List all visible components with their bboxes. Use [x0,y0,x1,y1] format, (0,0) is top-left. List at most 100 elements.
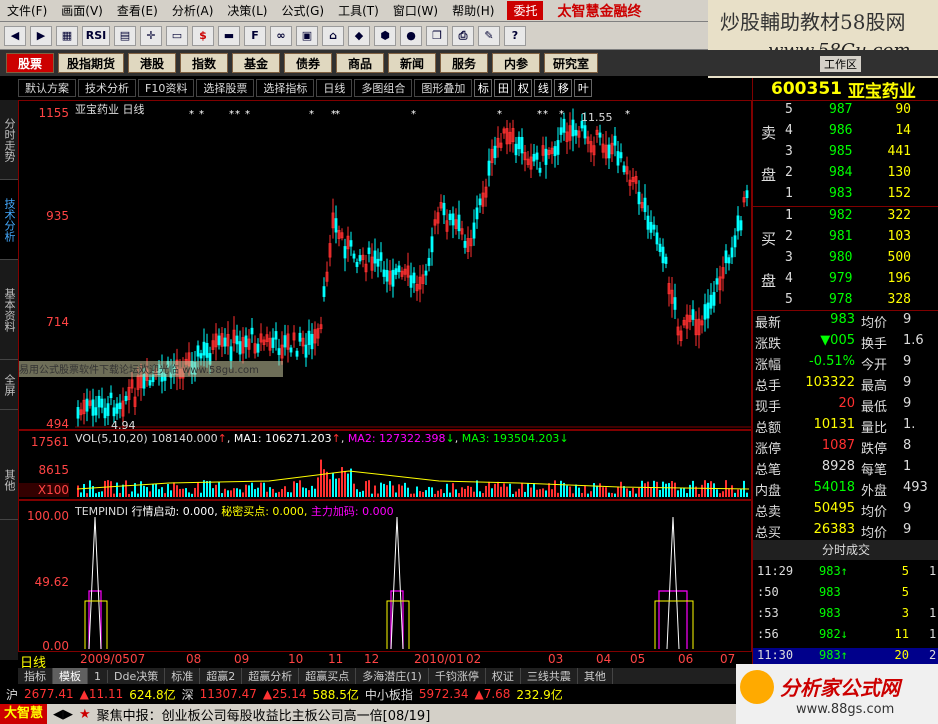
indicator-panel[interactable]: TEMPINDI 行情启动: 0.000, 秘密买点: 0.000, 主力加码:… [18,500,752,653]
menu-analyze[interactable]: 分析(A) [165,2,221,19]
menu-tools[interactable]: 工具(T) [331,2,386,19]
indicator-tab-7[interactable]: 超赢买点 [299,668,357,684]
chart-icon[interactable]: ▤ [114,25,136,46]
nav-tab-2[interactable]: 港股 [128,53,177,73]
indicator-tab-0[interactable]: 指标 [18,668,53,684]
ask-row[interactable]: 4 986 14 [753,123,938,143]
binocular-icon[interactable]: ∞ [270,25,292,46]
ruler-icon[interactable]: ▭ [166,25,188,46]
subbar-item-4[interactable]: 选择指标 [256,79,315,97]
subbar-item-0[interactable]: 默认方案 [18,79,76,97]
ball-icon[interactable]: ● [400,25,422,46]
tick-row[interactable]: :50 983 5 [753,585,938,605]
ask-row[interactable]: 5 987 90 [753,102,938,122]
bid-row[interactable]: 2 981 103 [753,229,938,249]
workspace-label[interactable]: 工作区 [820,56,861,72]
sme-label[interactable]: 中小板指 [365,686,413,703]
bid-row[interactable]: 4 979 196 [753,271,938,291]
subbar-item-6[interactable]: 多图组合 [354,79,413,97]
indicator-tab-3[interactable]: Dde决策 [108,668,166,684]
f10-icon[interactable]: F [244,25,266,46]
menu-view[interactable]: 画面(V) [54,2,110,19]
menu-formula[interactable]: 公式(G) [274,2,331,19]
sh-label[interactable]: 沪 [0,686,18,703]
print-icon[interactable]: ⎙ [452,25,474,46]
indicator-tab-9[interactable]: 千钧涨停 [429,668,486,684]
dollar-icon[interactable]: $ [192,25,214,46]
menu-window[interactable]: 窗口(W) [386,2,445,19]
subbar-item-3[interactable]: 选择股票 [196,79,255,97]
news-text[interactable]: 聚焦中报：创业板公司每股收益比主板公司高一倍[08/19] [97,705,431,724]
subbar-square-4[interactable]: 移 [554,79,573,97]
back-icon[interactable]: ◀ [4,25,26,46]
bid-row[interactable]: 3 980 500 [753,250,938,270]
indicator-tab-6[interactable]: 超赢分析 [242,668,300,684]
nav-tab-10[interactable]: 研究室 [544,53,599,73]
indicator-tab-8[interactable]: 多海潜庄(1) [356,668,429,684]
left-tab-1[interactable]: 技术分析 [0,180,18,260]
bid-row[interactable]: 5 978 328 [753,292,938,312]
stat-label-2: 均价 [861,316,888,331]
subbar-item-1[interactable]: 技术分析 [78,79,136,97]
tick-row[interactable]: 11:29 983↑ 5 1 [753,564,938,584]
left-tab-2[interactable]: 基本资料 [0,260,18,360]
forward-icon[interactable]: ▶ [30,25,52,46]
menu-help[interactable]: 帮助(H) [445,2,501,19]
trade-button[interactable]: 委托 [507,1,544,20]
window-icon[interactable]: ▣ [296,25,318,46]
left-tab-0[interactable]: 分时走势 [0,100,18,180]
kline-panel[interactable]: * * * * * * * * * * * * * * 亚宝药业 日线 1155 935 714 494 … [18,100,752,432]
indicator-tab-11[interactable]: 三线共震 [521,668,578,684]
copy-icon[interactable]: ❐ [426,25,448,46]
menu-look[interactable]: 查看(E) [110,2,165,19]
grid-icon[interactable]: ▦ [56,25,78,46]
menu-file[interactable]: 文件(F) [0,2,54,19]
cross-icon[interactable]: ✛ [140,25,162,46]
subbar-item-5[interactable]: 日线 [316,79,353,97]
ask-row[interactable]: 3 985 441 [753,144,938,164]
ask-row[interactable]: 2 984 130 [753,165,938,185]
indicator-tab-4[interactable]: 标准 [165,668,201,684]
indicator-tab-12[interactable]: 其他 [578,668,613,684]
tick-row[interactable]: :56 982↓ 11 1 [753,627,938,647]
nav-tab-7[interactable]: 新闻 [388,53,437,73]
subbar-item-7[interactable]: 图形叠加 [414,79,473,97]
subbar-square-2[interactable]: 权 [514,79,533,97]
indicator-tab-1[interactable]: 模板 [53,668,88,684]
ticks-title[interactable]: 分时成交 [753,540,938,560]
help-icon[interactable]: ? [504,25,526,46]
kline-marker: * [543,109,548,120]
home-icon[interactable]: ⌂ [322,25,344,46]
subbar-square-3[interactable]: 线 [534,79,553,97]
nav-tab-8[interactable]: 服务 [440,53,489,73]
ask-row[interactable]: 1 983 152 [753,186,938,206]
bid-row[interactable]: 1 982 322 [753,208,938,228]
subbar-square-0[interactable]: 标 [474,79,493,97]
indicator-tab-2[interactable]: 1 [88,669,108,683]
nav-tab-9[interactable]: 内参 [492,53,541,73]
news-nav-icon[interactable]: ◀▶ [53,707,73,722]
nav-tab-4[interactable]: 基金 [232,53,281,73]
hex-icon[interactable]: ⬢ [374,25,396,46]
bar-icon[interactable]: ▬ [218,25,240,46]
sz-label[interactable]: 深 [182,686,194,703]
subbar-square-5[interactable]: 叶 [574,79,593,97]
left-tab-3[interactable]: 全屏 [0,360,18,410]
tools-icon[interactable]: ✎ [478,25,500,46]
nav-tab-3[interactable]: 指数 [180,53,229,73]
menu-decision[interactable]: 决策(L) [220,2,274,19]
subbar-square-1[interactable]: 田 [494,79,513,97]
nav-tab-1[interactable]: 股指期货 [58,53,125,73]
volume-panel[interactable]: VOL(5,10,20) 108140.000↑, MA1: 106271.20… [18,430,752,500]
indicator-tab-5[interactable]: 超赢2 [200,668,243,684]
nav-tab-0[interactable]: 股票 [6,53,54,73]
volume-bar [272,488,274,497]
left-tab-4[interactable]: 其他 [0,440,18,520]
subbar-item-2[interactable]: F10资料 [138,79,195,97]
nav-tab-6[interactable]: 商品 [336,53,385,73]
nav-tab-5[interactable]: 债券 [284,53,333,73]
indicator-tab-10[interactable]: 权证 [486,668,521,684]
tick-row[interactable]: :53 983 3 1 [753,606,938,626]
rsi-icon[interactable]: RSI [82,25,110,46]
diamond-icon[interactable]: ◆ [348,25,370,46]
